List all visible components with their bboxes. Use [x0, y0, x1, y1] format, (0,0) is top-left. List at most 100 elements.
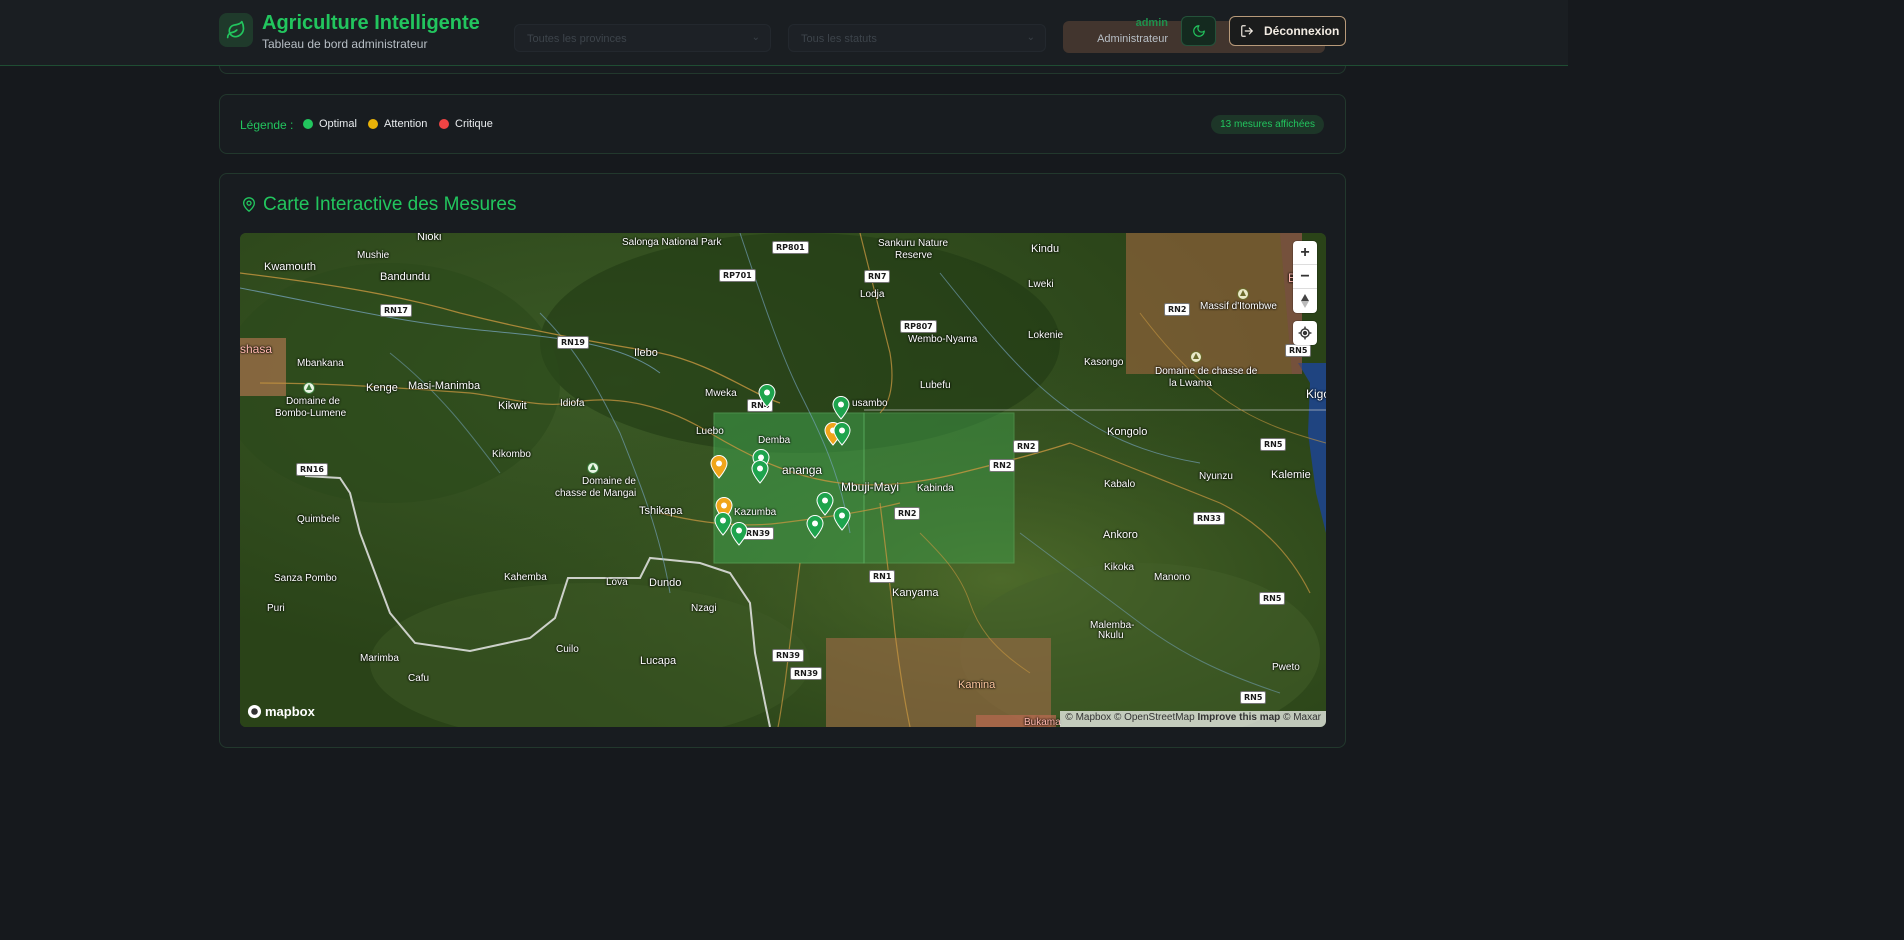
map-label: Nzagi	[691, 603, 717, 614]
attribution-maxar-link[interactable]: © Maxar	[1283, 712, 1321, 723]
theme-toggle-button[interactable]	[1181, 16, 1216, 46]
app-title: Agriculture Intelligente	[262, 12, 480, 34]
map-label: Kwamouth	[264, 261, 316, 273]
map-label: la Lwama	[1169, 378, 1212, 389]
map-label: Bukama	[1024, 717, 1061, 727]
map-label: Sankuru Nature	[878, 238, 949, 249]
top-header: Agriculture Intelligente Tableau de bord…	[0, 0, 1568, 66]
app-subtitle: Tableau de bord administrateur	[262, 37, 428, 51]
map-label: Kamina	[958, 679, 996, 691]
interactive-map[interactable]: Salonga National Park Sankuru Nature Res…	[240, 233, 1326, 727]
park-icon	[1237, 288, 1249, 300]
map-label: Kindu	[1031, 243, 1060, 255]
legend-item-label: Optimal	[319, 118, 357, 130]
map-label: Mushie	[357, 250, 390, 261]
mapbox-icon	[247, 704, 262, 719]
map-label: Sanza Pombo	[274, 573, 337, 584]
measure-marker-optimal[interactable]	[833, 507, 851, 531]
map-label: Kenge	[366, 382, 398, 394]
road-shield: RN1	[869, 570, 896, 583]
map-label: Kanyama	[892, 587, 939, 599]
status-filter-select[interactable]: Tous les statuts ⌄	[788, 24, 1046, 52]
measures-count-badge: 13 mesures affichées	[1211, 115, 1324, 134]
road-shield: RN5	[1259, 592, 1286, 605]
road-shield: RN5	[1285, 344, 1312, 357]
province-filter-placeholder: Toutes les provinces	[527, 33, 627, 45]
map-label: Bombo-Lumene	[275, 408, 347, 419]
map-pin-icon	[243, 197, 255, 212]
attention-dot	[368, 119, 378, 129]
geolocate-button[interactable]	[1293, 321, 1317, 345]
mapbox-logo-text: mapbox	[265, 704, 315, 719]
province-filter-select[interactable]: Toutes les provinces ⌄	[514, 24, 771, 52]
map-label: Kahemba	[504, 572, 547, 583]
map-label: Kasongo	[1084, 357, 1124, 368]
measure-marker-optimal[interactable]	[832, 396, 850, 420]
attribution-osm-link[interactable]: © OpenStreetMap	[1114, 712, 1195, 723]
measure-marker-optimal[interactable]	[816, 492, 834, 516]
measure-marker-attention[interactable]	[710, 455, 728, 479]
road-shield: RN7	[864, 270, 891, 283]
map-label: Domaine de	[582, 476, 636, 487]
critique-dot	[439, 119, 449, 129]
map-label: Masi-Manimba	[408, 380, 481, 392]
logout-icon	[1241, 25, 1253, 37]
legend-item-critique: Critique	[439, 118, 493, 130]
map-label: Dundo	[649, 577, 682, 589]
moon-icon	[1192, 25, 1205, 37]
map-label: ananga	[782, 463, 823, 477]
zoom-out-button[interactable]: −	[1293, 265, 1317, 289]
legend-label: Légende :	[240, 118, 294, 132]
legend-item-label: Attention	[384, 118, 428, 130]
user-name: admin	[1135, 17, 1168, 29]
legend-card: Légende : Optimal Attention Critique 13 …	[219, 94, 1346, 154]
park-icon	[303, 382, 315, 394]
map-label: Demba	[758, 435, 791, 446]
map-label: Nkulu	[1098, 630, 1124, 641]
map-label: Domaine de	[286, 396, 340, 407]
map-label: Reserve	[895, 250, 933, 261]
leaf-icon	[219, 13, 253, 47]
road-shield: RN2	[989, 459, 1016, 472]
map-label: Salonga National Park	[622, 237, 722, 248]
mapbox-logo[interactable]: mapbox	[247, 704, 315, 719]
map-label: shasa	[240, 342, 273, 356]
logout-button[interactable]: Déconnexion	[1229, 16, 1346, 46]
park-icon	[1190, 351, 1202, 363]
zoom-in-button[interactable]: +	[1293, 241, 1317, 265]
map-label: Nioki	[417, 233, 442, 243]
attribution-mapbox-link[interactable]: © Mapbox	[1065, 712, 1111, 723]
road-shield: RN16	[296, 463, 328, 476]
map-label: Mbankana	[297, 358, 344, 369]
road-shield: RN5	[1260, 438, 1287, 451]
map-label: Ankoro	[1103, 529, 1138, 541]
compass-button[interactable]	[1293, 289, 1317, 313]
measure-marker-optimal[interactable]	[730, 522, 748, 546]
map-label: Manono	[1154, 572, 1191, 583]
legend-item-label: Critique	[455, 118, 493, 130]
park-icon	[587, 462, 599, 474]
measure-marker-optimal[interactable]	[751, 460, 769, 484]
road-shield: RP701	[719, 269, 756, 282]
road-shield: RP801	[772, 241, 809, 254]
chevron-down-icon: ⌄	[1026, 32, 1035, 43]
measure-marker-optimal[interactable]	[833, 422, 851, 446]
map-label: Kabalo	[1104, 479, 1136, 490]
map-label: Nyunzu	[1199, 471, 1233, 482]
legend-item-attention: Attention	[368, 118, 427, 130]
road-shield: RN2	[1164, 303, 1191, 316]
locate-icon	[1298, 326, 1312, 340]
measure-marker-optimal[interactable]	[806, 515, 824, 539]
map-label: Kikoka	[1104, 562, 1135, 573]
map-label: Domaine de chasse de	[1155, 366, 1258, 377]
map-label: chasse de Mangai	[555, 488, 637, 499]
map-label: Puri	[267, 603, 285, 614]
improve-map-link[interactable]: Improve this map	[1197, 712, 1280, 723]
measure-marker-optimal[interactable]	[758, 384, 776, 408]
compass-icon	[1301, 294, 1309, 308]
road-shield: RN17	[380, 304, 412, 317]
map-label: Cafu	[408, 673, 430, 684]
map-label: Quimbele	[297, 514, 340, 525]
road-shield: RN39	[772, 649, 804, 662]
status-filter-placeholder: Tous les statuts	[801, 33, 877, 45]
